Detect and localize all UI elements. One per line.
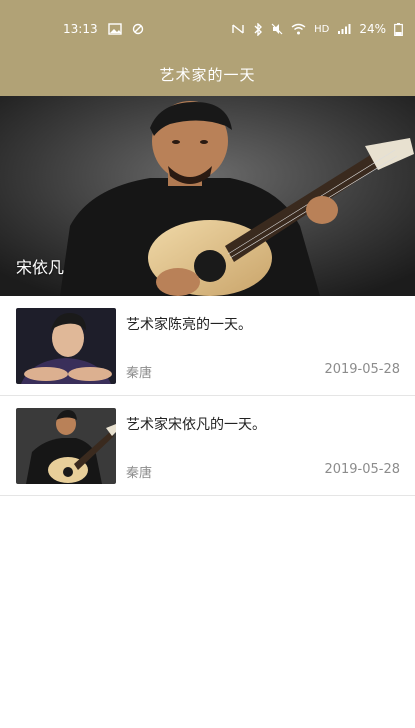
article-title: 艺术家陈亮的一天。 (126, 317, 252, 333)
nfc-icon (231, 23, 245, 35)
hero-caption: 宋依凡 (16, 258, 65, 277)
status-left: 13:13 (63, 22, 144, 36)
article-title: 艺术家宋依凡的一天。 (126, 417, 266, 433)
wifi-icon (291, 23, 306, 35)
list-item[interactable]: 艺术家陈亮的一天。 秦唐 2019-05-28 (0, 296, 415, 396)
image-icon (107, 23, 122, 35)
status-time: 13:13 (63, 22, 98, 36)
list-item[interactable]: 艺术家宋依凡的一天。 秦唐 2019-05-28 (0, 396, 415, 496)
bluetooth-icon (253, 22, 263, 36)
app-header: 13:13 HD 24% 艺术家的一天 (0, 0, 415, 96)
article-date: 2019-05-28 (324, 462, 400, 477)
battery-icon (394, 22, 403, 36)
article-list: 艺术家陈亮的一天。 秦唐 2019-05-28 艺术家宋依凡的一天。 秦唐 20… (0, 296, 415, 496)
article-thumbnail (16, 308, 116, 384)
article-date: 2019-05-28 (324, 362, 400, 377)
article-author: 秦唐 (126, 366, 153, 381)
network-type-label: HD (314, 23, 330, 35)
notification-icon (132, 23, 144, 35)
article-author: 秦唐 (126, 466, 153, 481)
hero-banner[interactable]: 宋依凡 (0, 96, 415, 296)
page-title: 艺术家的一天 (159, 66, 256, 84)
status-bar: 13:13 HD 24% (0, 0, 415, 60)
mute-icon (271, 23, 283, 35)
status-right: HD 24% (231, 22, 403, 36)
battery-percent: 24% (359, 22, 386, 36)
article-thumbnail (16, 408, 116, 484)
signal-icon (337, 23, 351, 35)
